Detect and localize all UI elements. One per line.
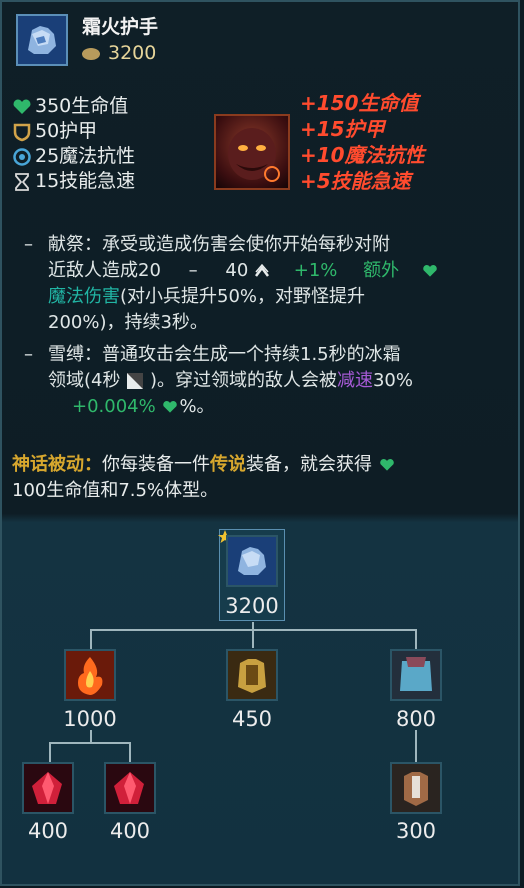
item-tooltip-panel: 霜火护手 3200 350生命值 50护甲 25魔法抗性 15技能急速 +150… xyxy=(0,0,520,886)
grandchild-cost: 300 xyxy=(395,819,437,843)
item-name: 霜火护手 xyxy=(82,16,159,38)
chain-vest-icon[interactable] xyxy=(226,649,278,701)
giants-belt-icon[interactable] xyxy=(390,649,442,701)
ruby-crystal-icon[interactable] xyxy=(22,762,74,814)
passive-line: 雪缚：普通攻击会生成一个持续1.5秒的冰霜 xyxy=(48,344,401,365)
tree-connector xyxy=(90,629,417,631)
bamis-cinder-icon[interactable] xyxy=(64,649,116,701)
mythic-line: 100生命值和7.5%体型。 xyxy=(12,480,219,501)
stat-text: 350生命值 xyxy=(35,95,129,117)
tree-connector xyxy=(129,742,131,762)
stat-magic-resist: 25魔法抗性 xyxy=(12,144,135,169)
heart-icon xyxy=(423,265,437,277)
heart-icon xyxy=(163,401,178,413)
heart-icon xyxy=(13,99,31,114)
stat-ability-haste: 15技能急速 xyxy=(12,169,135,194)
stats-list: 350生命值 50护甲 25魔法抗性 15技能急速 xyxy=(12,94,135,194)
passive-line: +0.004% %。 xyxy=(72,396,215,417)
root-cost: 3200 xyxy=(225,594,279,618)
stat-armor: 50护甲 xyxy=(12,119,135,144)
cost-value: 3200 xyxy=(108,42,157,64)
mythic-line: 神话被动：你每装备一件传说装备，就会获得 xyxy=(12,452,512,478)
child-cost: 1000 xyxy=(63,707,117,731)
bullet-dash: – xyxy=(24,344,33,365)
tree-connector xyxy=(49,742,51,762)
frostfire-gauntlet-icon xyxy=(16,14,68,66)
bullet-dash: – xyxy=(24,234,33,255)
tree-connector xyxy=(415,730,417,762)
magic-resist-icon xyxy=(13,147,31,166)
mythic-passive: 神话被动：你每装备一件传说装备，就会获得 100生命值和7.5%体型。 xyxy=(12,452,512,504)
passive-line: 献祭：承受或造成伤害会使你开始每秒对附 xyxy=(48,234,390,255)
frostfire-gauntlet-icon[interactable] xyxy=(226,535,278,587)
ruby-crystal-icon[interactable] xyxy=(104,762,156,814)
tree-connector xyxy=(90,730,92,742)
mythic-label: 神话被动： xyxy=(12,454,102,475)
passive-immolate: – 献祭：承受或造成伤害会使你开始每秒对附 近敌人造成20 – 40 +1% 额… xyxy=(24,232,508,336)
bonus-ability-haste: +5技能急速 xyxy=(300,169,411,193)
bonus-armor: +15护甲 xyxy=(300,117,385,141)
ornn-upgrade-bonuses: +150生命值 +15护甲 +10魔法抗性 +5技能急速 xyxy=(300,90,425,194)
bonus-magic-resist: +10魔法抗性 xyxy=(300,143,425,167)
stat-text: 50护甲 xyxy=(35,120,98,142)
heart-icon xyxy=(379,459,394,471)
cloth-armor-icon[interactable] xyxy=(390,762,442,814)
scaling-arrow-icon xyxy=(255,263,270,277)
grandchild-cost: 400 xyxy=(27,819,69,843)
grandchild-cost: 400 xyxy=(109,819,151,843)
passive-line: 魔法伤害(对小兵提升50%，对野怪提升 xyxy=(48,286,366,307)
bonus-health: +150生命值 xyxy=(300,91,419,115)
gold-coin-icon xyxy=(82,47,100,60)
stat-text: 15技能急速 xyxy=(35,170,136,192)
child-cost: 800 xyxy=(395,707,437,731)
child-cost: 450 xyxy=(231,707,273,731)
passive-line: 近敌人造成20 – 40 +1% 额外 xyxy=(28,258,508,284)
passive-snowbind: – 雪缚：普通攻击会生成一个持续1.5秒的冰霜 领域(4秒 )。穿过领域的敌人会… xyxy=(24,342,508,420)
tree-connector xyxy=(49,742,131,744)
item-cost: 3200 xyxy=(82,42,156,64)
passive-line: 领域(4秒 )。穿过领域的敌人会被减速30% xyxy=(48,370,413,391)
tree-connector xyxy=(252,622,254,648)
legendary-keyword: 传说 xyxy=(210,454,246,475)
tree-connector xyxy=(90,629,92,649)
stat-text: 25魔法抗性 xyxy=(35,145,136,167)
tree-connector xyxy=(415,629,417,649)
passive-line: 200%)，持续3秒。 xyxy=(48,312,208,333)
hourglass-icon xyxy=(15,172,29,191)
cooldown-icon xyxy=(127,373,144,389)
stat-health: 350生命值 xyxy=(12,94,135,119)
ornn-portrait xyxy=(214,114,290,190)
shield-icon xyxy=(13,123,31,141)
